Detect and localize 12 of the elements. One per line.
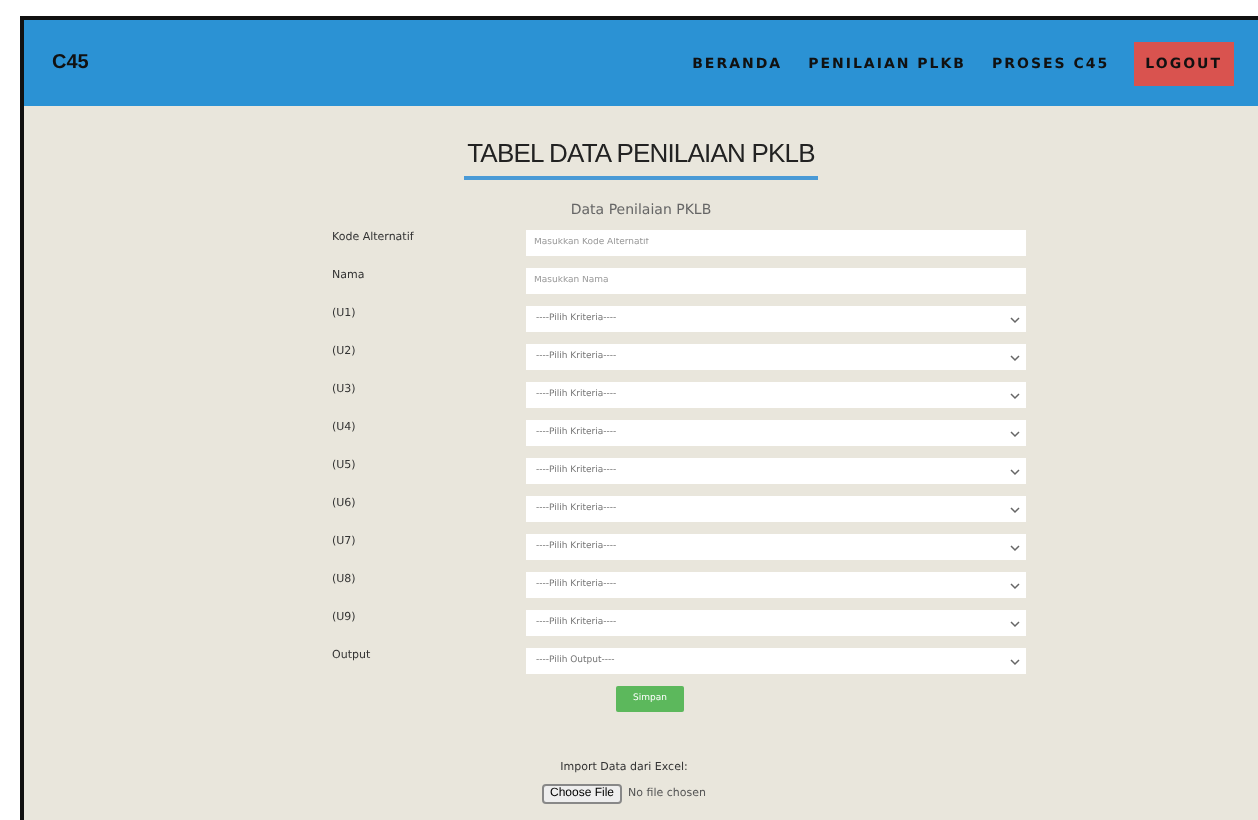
- chevron-icon: [1010, 619, 1020, 627]
- chevron-icon: [1010, 581, 1020, 589]
- chevron-icon: [1010, 657, 1020, 665]
- page-title: TABEL DATA PENILAIAN PKLB: [463, 138, 819, 180]
- chevron-icon: [1010, 467, 1020, 475]
- brand: C45: [52, 52, 91, 74]
- chevron-icon: [1010, 505, 1020, 513]
- chevron-icon: [1010, 543, 1020, 551]
- chevron-icon: [1010, 315, 1020, 323]
- chevron-icon: [1010, 353, 1020, 361]
- chevron-icon: [1010, 429, 1020, 437]
- chevron-icon: [1010, 391, 1020, 399]
